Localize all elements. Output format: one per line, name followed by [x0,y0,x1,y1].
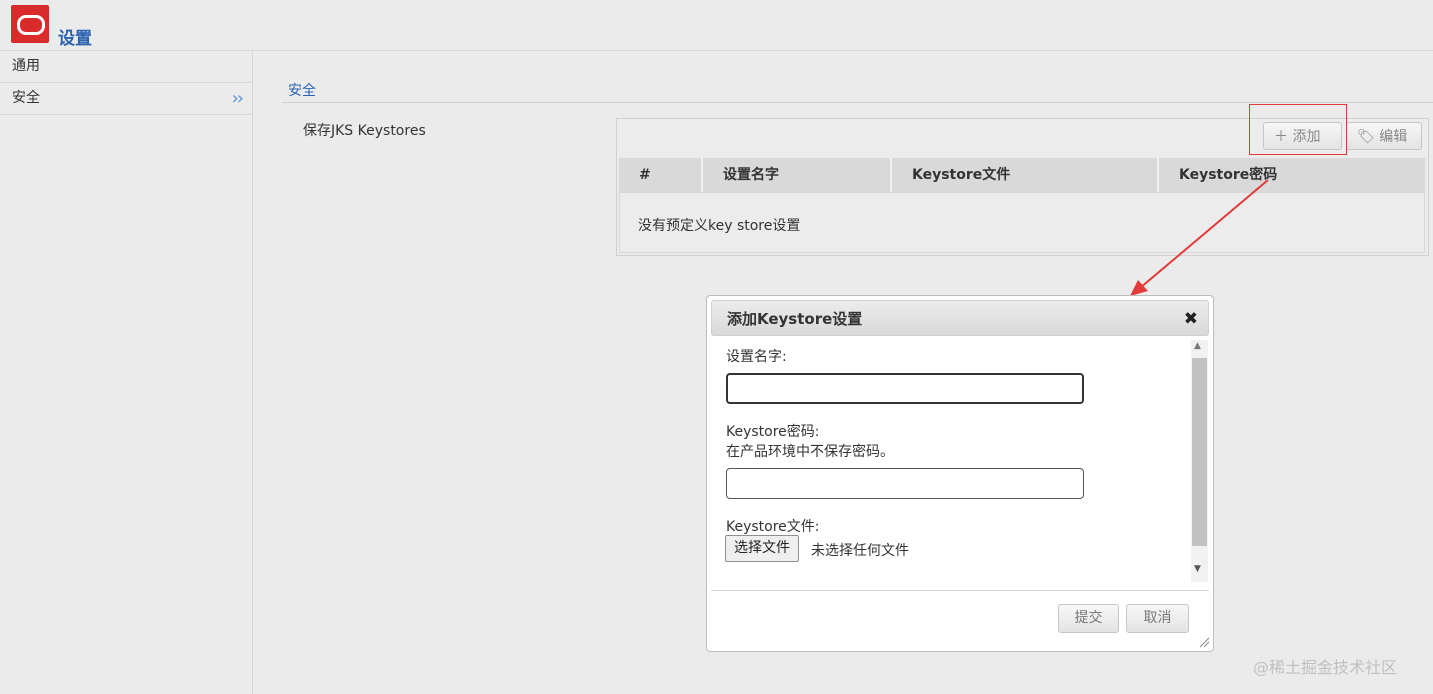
file-status-text: 未选择任何文件 [811,543,909,559]
keystore-password-input[interactable] [726,468,1084,499]
annotation-highlight-box [1249,104,1347,155]
tag-icon: 🏷︎ [1357,129,1380,145]
sidebar: 通用 安全 ›› [0,51,253,694]
app-logo-icon [11,5,49,43]
cancel-button[interactable]: 取消 [1126,604,1189,633]
dialog-title: 添加Keystore设置 [727,310,863,328]
close-icon[interactable]: ✖ [1184,301,1198,337]
column-header-name[interactable]: 设置名字 [703,158,892,192]
add-keystore-dialog: 添加Keystore设置 ✖ 设置名字: Keystore密码: 在产品环境中不… [706,295,1214,652]
dialog-scrollbar-thumb[interactable] [1192,358,1207,546]
edit-button-label: 编辑 [1379,129,1408,145]
dialog-titlebar[interactable]: 添加Keystore设置 ✖ [711,300,1209,336]
setting-name-label: 设置名字: [726,349,787,365]
watermark: @稀土掘金技术社区 [1253,658,1398,677]
submit-button[interactable]: 提交 [1058,604,1119,633]
scroll-down-arrow-icon[interactable]: ▼ [1194,564,1201,574]
keystore-password-hint: 在产品环境中不保存密码。 [726,444,894,460]
double-chevron-right-icon: ›› [231,88,244,109]
keystores-label: 保存JKS Keystores [303,123,426,139]
column-header-file[interactable]: Keystore文件 [892,158,1159,192]
app-header: 设置 [0,0,1433,51]
empty-table-message: 没有预定义key store设置 [638,218,801,234]
sidebar-item-general[interactable]: 通用 [0,51,252,83]
column-header-password[interactable]: Keystore密码 [1159,158,1425,192]
keystore-password-label: Keystore密码: [726,424,820,440]
sidebar-item-security[interactable]: 安全 ›› [0,83,252,115]
edit-button[interactable]: 🏷︎ 编辑 [1346,122,1422,150]
choose-file-button[interactable]: 选择文件 [725,535,799,562]
section-divider [282,102,1433,103]
sidebar-item-label: 安全 [12,90,40,106]
dialog-footer-divider [711,590,1209,591]
page-title: 设置 [58,29,92,49]
column-header-index[interactable]: # [619,158,703,192]
keystore-file-label: Keystore文件: [726,519,820,535]
sidebar-item-label: 通用 [12,58,40,74]
section-title: 安全 [288,83,316,99]
scroll-up-arrow-icon[interactable]: ▲ [1194,341,1201,351]
setting-name-input[interactable] [726,373,1084,404]
resize-handle-icon[interactable] [1198,636,1210,648]
